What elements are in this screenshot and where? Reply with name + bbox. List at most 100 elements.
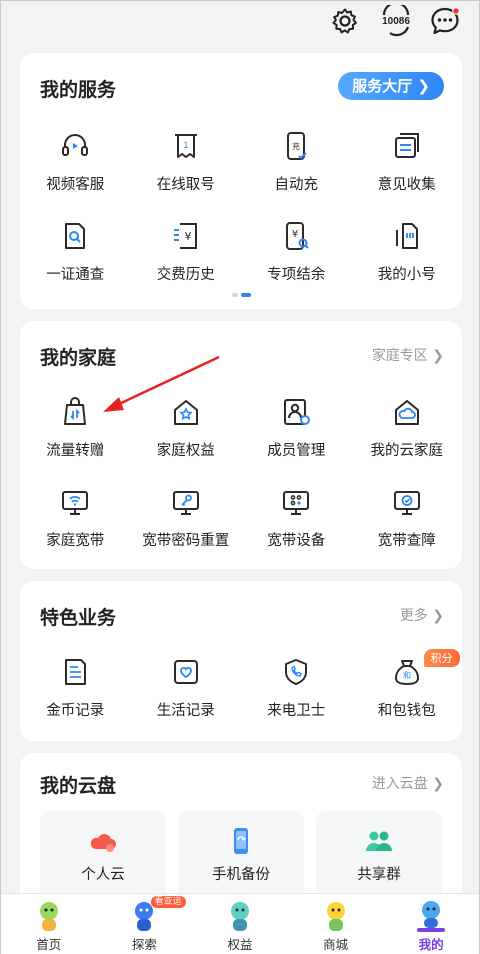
cloud-tile-label: 个人云 (81, 867, 125, 883)
svg-text:¥: ¥ (184, 230, 191, 243)
tab-label: 商城 (323, 937, 349, 952)
phone-charge-icon: 充 (287, 132, 307, 160)
mascot-home-icon (39, 902, 58, 931)
tab-mine[interactable]: 我的 (383, 894, 479, 954)
tab-label: 权益 (227, 937, 253, 952)
device-icon (283, 491, 310, 515)
cloud-tiles: 个人云 手机备份 共享群 (40, 811, 442, 901)
bottom-tab-bar: 首页 看亚运 探索 权益 商城 我的 (1, 893, 479, 954)
services-title: 我的服务 (40, 79, 117, 101)
special-item-coin-record[interactable]: 金币记录 (20, 651, 131, 741)
family-zone-link[interactable]: 家庭专区 ❯ (372, 345, 444, 365)
svg-text:充: 充 (292, 141, 300, 151)
diagnose-icon (393, 491, 420, 515)
ticket-icon: 1 (174, 134, 197, 158)
home-benefit-icon (173, 400, 198, 425)
service-item-label: 意见收集 (377, 177, 436, 193)
hotline-icon[interactable]: 10086 (378, 5, 414, 37)
family-item-label: 我的云家庭 (370, 443, 444, 459)
svg-text:10086: 10086 (382, 16, 410, 27)
cloud-tile-backup[interactable]: 手机备份 (178, 811, 304, 901)
settings-icon[interactable] (329, 5, 361, 37)
family-item-cloud-home[interactable]: 我的云家庭 (352, 391, 463, 481)
special-item-label: 来电卫士 (267, 703, 326, 719)
services-grid: 视频客服 1 在线取号 充 自动充 意见收集 一证通查 ¥ 交费历史 ¥ 专项结… (20, 125, 462, 305)
cloud-tile-share-group[interactable]: 共享群 (316, 811, 442, 901)
family-item-label: 宽带查障 (377, 533, 436, 549)
special-card: 特色业务 更多 ❯ 金币记录 生活记录 来电卫士 积分 和 和包钱包 (20, 581, 462, 741)
mascot-mine-icon (417, 901, 446, 932)
cloud-title: 我的云盘 (40, 775, 117, 797)
headset-icon (62, 134, 89, 156)
tab-home[interactable]: 首页 (1, 894, 97, 954)
service-item-label: 我的小号 (377, 267, 436, 283)
service-item-payment-history[interactable]: ¥ 交费历史 (131, 215, 242, 305)
password-reset-icon (172, 491, 199, 515)
family-item-label: 宽带密码重置 (142, 533, 230, 549)
service-item-sub-number[interactable]: 我的小号 (352, 215, 463, 305)
family-item-diagnose[interactable]: 宽带查障 (352, 481, 463, 571)
special-item-life-record[interactable]: 生活记录 (131, 651, 242, 741)
special-more-link[interactable]: 更多 ❯ (400, 605, 444, 625)
tab-label: 首页 (36, 937, 62, 952)
service-item-label: 在线取号 (156, 177, 215, 193)
tab-label: 探索 (131, 937, 157, 952)
family-title: 我的家庭 (40, 347, 117, 369)
sim-icon (395, 223, 418, 249)
special-grid: 金币记录 生活记录 来电卫士 积分 和 和包钱包 (20, 649, 463, 741)
service-item-video-support[interactable]: 视频客服 (20, 125, 131, 215)
service-item-feedback[interactable]: 意见收集 (352, 125, 463, 215)
svg-text:1: 1 (183, 140, 188, 150)
tab-mall[interactable]: 商城 (288, 894, 384, 954)
service-item-special-balance[interactable]: ¥ 专项结余 (241, 215, 352, 305)
family-grid: 流量转赠 家庭权益 成员管理 我的云家庭 家庭宽带 宽带密码重置 宽带设备 宽带… (20, 391, 462, 571)
cloud-tile-label: 共享群 (357, 867, 401, 883)
tab-explore[interactable]: 看亚运 探索 (97, 894, 193, 954)
page-indicator (232, 293, 251, 297)
feedback-icon (394, 133, 419, 158)
share-group-icon (366, 831, 392, 851)
wallet-icon: 和 (394, 660, 419, 686)
service-item-label: 自动充 (274, 177, 319, 193)
message-icon[interactable] (429, 5, 461, 37)
personal-cloud-icon (90, 834, 116, 852)
special-item-call-guard[interactable]: 来电卫士 (241, 651, 352, 741)
family-item-broadband[interactable]: 家庭宽带 (20, 481, 131, 571)
coin-record-icon (65, 659, 87, 685)
family-item-label: 成员管理 (267, 443, 326, 459)
family-item-label: 宽带设备 (267, 533, 326, 549)
tab-benefits[interactable]: 权益 (192, 894, 288, 954)
family-item-password-reset[interactable]: 宽带密码重置 (131, 481, 242, 571)
special-item-label: 和包钱包 (377, 703, 436, 719)
family-item-home-benefit[interactable]: 家庭权益 (131, 391, 242, 481)
service-hall-button[interactable]: 服务大厅 ❯ (338, 72, 444, 100)
special-item-label: 金币记录 (46, 703, 105, 719)
family-card: 我的家庭 家庭专区 ❯ 流量转赠 家庭权益 成员管理 我的云家庭 家庭宽带 宽带… (20, 321, 462, 569)
data-gift-icon (64, 397, 87, 425)
life-record-icon (173, 660, 198, 684)
special-item-label: 生活记录 (156, 703, 215, 719)
cloud-home-icon (394, 400, 419, 425)
family-item-member-manage[interactable]: 成员管理 (241, 391, 352, 481)
payment-history-icon: ¥ (173, 223, 197, 249)
service-item-label: 交费历史 (156, 267, 215, 283)
cloud-enter-link[interactable]: 进入云盘 ❯ (372, 773, 444, 793)
phone-backup-icon (234, 828, 248, 854)
family-item-label: 家庭宽带 (46, 533, 105, 549)
id-search-icon (65, 223, 86, 249)
svg-text:¥: ¥ (292, 229, 298, 240)
top-bar: 10086 (1, 1, 479, 49)
family-item-label: 家庭权益 (156, 443, 215, 459)
service-item-queue-number[interactable]: 1 在线取号 (131, 125, 242, 215)
special-item-wallet[interactable]: 积分 和 和包钱包 (352, 649, 463, 741)
service-item-label: 一证通查 (46, 267, 105, 283)
broadband-icon (62, 491, 89, 515)
family-item-broadband-device[interactable]: 宽带设备 (241, 481, 352, 571)
service-item-auto-recharge[interactable]: 充 自动充 (241, 125, 352, 215)
call-guard-icon (285, 659, 308, 685)
service-item-id-check[interactable]: 一证通查 (20, 215, 131, 305)
service-item-label: 专项结余 (267, 267, 326, 283)
special-title: 特色业务 (40, 607, 117, 629)
family-item-data-gift[interactable]: 流量转赠 (20, 391, 131, 481)
cloud-tile-personal[interactable]: 个人云 (40, 811, 166, 901)
